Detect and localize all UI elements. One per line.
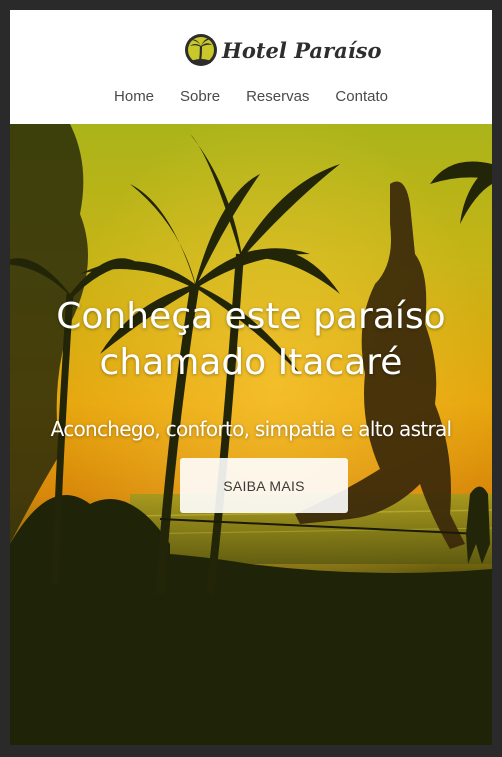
palm-tree-icon bbox=[185, 34, 217, 66]
main-nav: Home Sobre Reservas Contato bbox=[10, 87, 492, 107]
hero-title-line-1: Conheça este paraíso bbox=[56, 296, 446, 337]
browser-viewport: Hotel Paraíso Home Sobre Reservas Contat… bbox=[10, 10, 492, 745]
hero-section: Conheça este paraíso chamado Itacaré Aco… bbox=[10, 124, 492, 745]
nav-item-home[interactable]: Home bbox=[101, 87, 167, 107]
site-header: Hotel Paraíso Home Sobre Reservas Contat… bbox=[10, 10, 492, 124]
nav-item-reservas[interactable]: Reservas bbox=[233, 87, 322, 107]
hero-title: Conheça este paraíso chamado Itacaré bbox=[10, 294, 492, 386]
site-logo-text: Hotel Paraíso bbox=[222, 37, 382, 63]
hero-title-line-2: chamado Itacaré bbox=[99, 342, 403, 383]
hero-subtitle: Aconchego, conforto, simpatia e alto ast… bbox=[50, 417, 453, 441]
site-logo[interactable]: Hotel Paraíso bbox=[185, 32, 382, 68]
nav-item-contato[interactable]: Contato bbox=[322, 87, 401, 107]
nav-item-sobre[interactable]: Sobre bbox=[167, 87, 233, 107]
saiba-mais-button[interactable]: SAIBA MAIS bbox=[180, 458, 348, 513]
